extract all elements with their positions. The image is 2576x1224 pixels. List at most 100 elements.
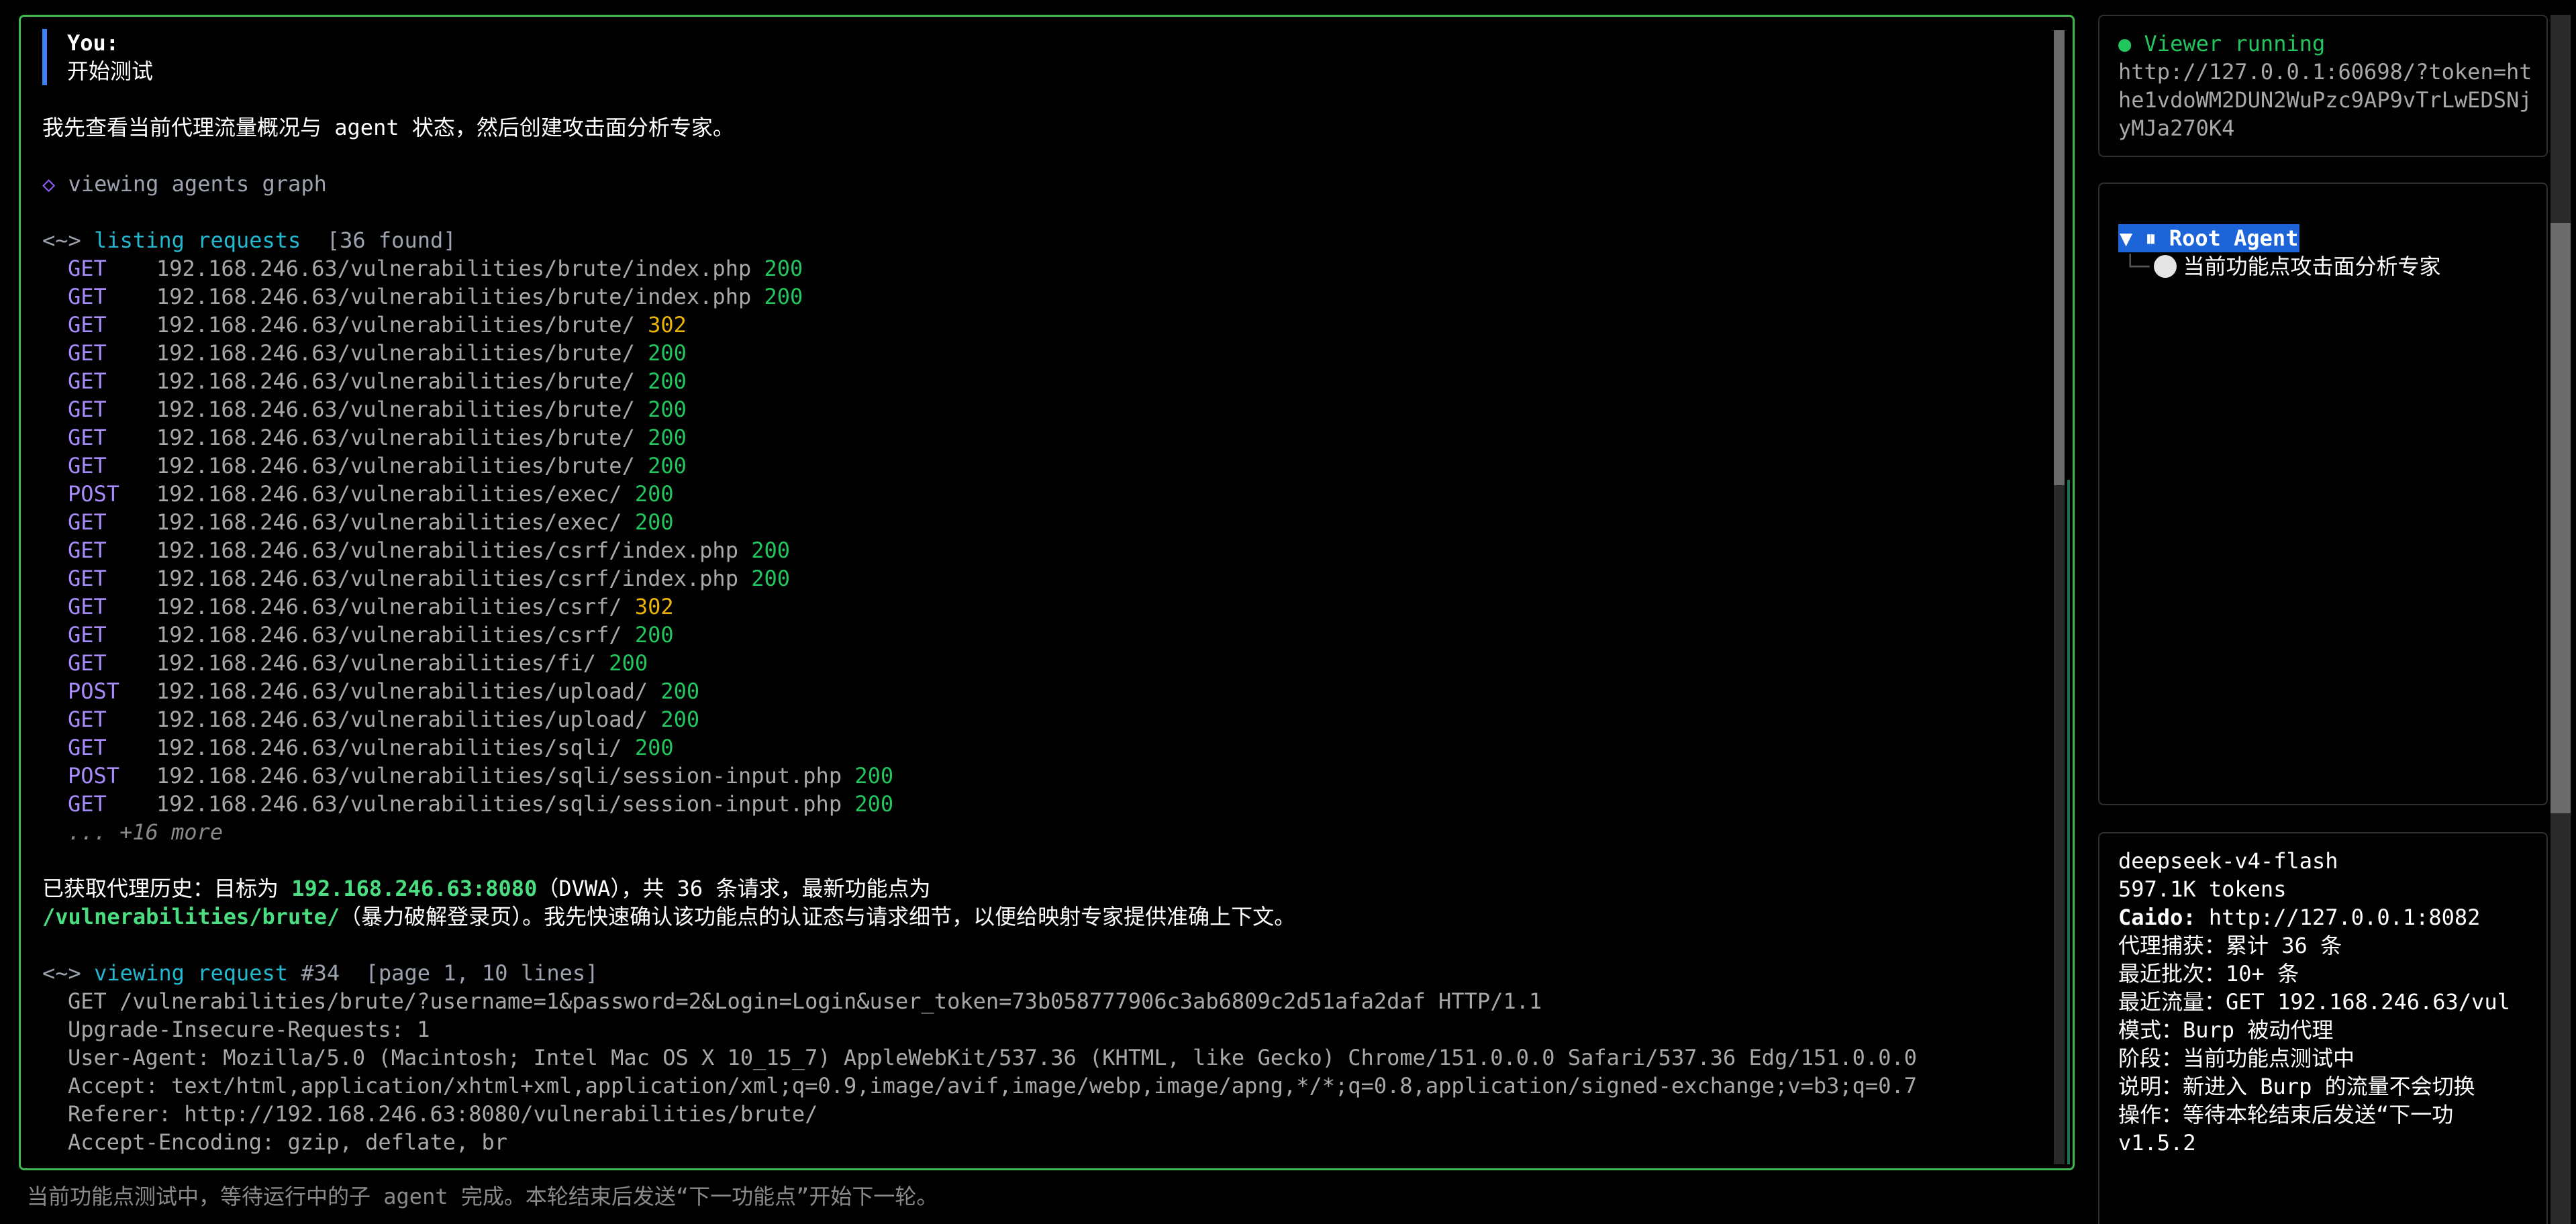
conversation-scrollbar[interactable] — [2054, 30, 2065, 1164]
latest-path: /vulnerabilities/brute/ — [42, 904, 340, 929]
status-dot-icon: ● — [2118, 31, 2132, 56]
status-code: 200 — [648, 340, 687, 366]
status-code: 200 — [854, 791, 894, 817]
request-list: GET 192.168.246.63/vulnerabilities/brute/… — [42, 254, 2048, 818]
summary-text: （DVWA），共 36 条请求，最新功能点为 — [537, 876, 931, 901]
agent-status-dot-icon — [2153, 255, 2177, 278]
status-code: 200 — [660, 678, 700, 704]
status-code: 200 — [634, 622, 674, 648]
tool-call-meta: [page 1, 10 lines] — [365, 960, 599, 986]
request-row[interactable]: GET 192.168.246.63/vulnerabilities/csrf/ … — [42, 621, 2048, 649]
status-code: 200 — [751, 566, 791, 591]
request-detail-line: Upgrade-Insecure-Requests: 1 — [68, 1017, 430, 1042]
recent-batch: 最近批次：10+ 条 — [2118, 961, 2299, 986]
request-row[interactable]: POST 192.168.246.63/vulnerabilities/sqli/… — [42, 762, 2048, 790]
request-row[interactable]: GET 192.168.246.63/vulnerabilities/upload… — [42, 705, 2048, 733]
request-row[interactable]: GET 192.168.246.63/vulnerabilities/exec/ … — [42, 508, 2048, 536]
request-row[interactable]: GET 192.168.246.63/vulnerabilities/csrf/ … — [42, 593, 2048, 621]
scroll-accent — [2067, 480, 2070, 1164]
tool-call-meta: [36 found] — [326, 227, 456, 253]
caido-address: Caido: http://127.0.0.1:8082 — [2118, 903, 2528, 931]
model-name: deepseek-v4-flash — [2118, 848, 2338, 874]
status-bar: 当前功能点测试中，等待运行中的子 agent 完成。本轮结束后发送“下一功能点”… — [27, 1184, 938, 1209]
request-row[interactable]: GET 192.168.246.63/vulnerabilities/brute/… — [42, 311, 2048, 339]
token-count: 597.1K tokens — [2118, 876, 2287, 902]
tree-child-agent[interactable]: └─ 当前功能点攻击面分析专家 — [2118, 252, 2528, 280]
status-code: 200 — [648, 425, 687, 450]
info-note: 说明：新进入 Burp 的流量不会切换 — [2118, 1074, 2475, 1099]
tool-call-label: viewing request — [94, 960, 289, 986]
request-row[interactable]: GET 192.168.246.63/vulnerabilities/csrf/i… — [42, 564, 2048, 593]
request-row[interactable]: GET 192.168.246.63/vulnerabilities/brute/… — [42, 367, 2048, 395]
request-row[interactable]: GET 192.168.246.63/vulnerabilities/sqli/ … — [42, 733, 2048, 762]
request-row[interactable]: POST 192.168.246.63/vulnerabilities/exec/… — [42, 480, 2048, 508]
status-code: 200 — [648, 368, 687, 394]
tree-branch-icon: └─ — [2124, 254, 2150, 279]
request-url: 192.168.246.63/vulnerabilities/exec/ — [156, 509, 622, 535]
request-method: GET — [68, 256, 107, 281]
more-requests[interactable]: ... +16 more — [42, 818, 2048, 846]
request-id: #34 — [301, 960, 340, 986]
info-action: 操作：等待本轮结束后发送“下一功 — [2118, 1102, 2454, 1127]
tool-call-listing-requests[interactable]: <~> listing requests [36 found] — [42, 226, 2048, 254]
request-url: 192.168.246.63/vulnerabilities/brute/ — [156, 397, 635, 422]
request-detail-line: User-Agent: Mozilla/5.0 (Macintosh; Inte… — [68, 1045, 1917, 1070]
request-method: POST — [68, 481, 120, 507]
request-url: 192.168.246.63/vulnerabilities/sqli/sess… — [156, 791, 842, 817]
request-method: GET — [68, 340, 107, 366]
tool-call-viewing-request[interactable]: <~> viewing request #34 [page 1, 10 line… — [42, 959, 2048, 987]
request-url: 192.168.246.63/vulnerabilities/brute/ind… — [156, 284, 752, 309]
test-stage: 阶段：当前功能点测试中 — [2118, 1046, 2355, 1071]
sidebar-scrollbar-thumb[interactable] — [2550, 223, 2571, 813]
assistant-intro: 我先查看当前代理流量概况与 agent 状态，然后创建攻击面分析专家。 — [42, 115, 734, 140]
request-url: 192.168.246.63/vulnerabilities/upload/ — [156, 678, 648, 704]
conversation-panel: You: 开始测试 我先查看当前代理流量概况与 agent 状态，然后创建攻击面… — [19, 15, 2075, 1170]
request-method: GET — [68, 425, 107, 450]
request-method: GET — [68, 509, 107, 535]
status-code: 200 — [764, 256, 803, 281]
request-method: GET — [68, 594, 107, 619]
caido-value: http://127.0.0.1:8082 — [2195, 905, 2481, 930]
request-row[interactable]: GET 192.168.246.63/vulnerabilities/brute/… — [42, 283, 2048, 311]
request-method: GET — [68, 622, 107, 648]
agent-tree-panel: ▼ ⏸ Root Agent └─ 当前功能点攻击面分析专家 — [2098, 183, 2548, 805]
summary-text: （暴力破解登录页）。我先快速确认该功能点的认证态与请求细节，以便给映射专家提供准… — [340, 904, 1296, 929]
tool-call-agents-graph[interactable]: ◇ viewing agents graph — [42, 170, 2048, 198]
request-row[interactable]: GET 192.168.246.63/vulnerabilities/brute/… — [42, 395, 2048, 423]
request-method: GET — [68, 312, 107, 338]
request-url: 192.168.246.63/vulnerabilities/sqli/ — [156, 735, 622, 760]
request-row[interactable]: GET 192.168.246.63/vulnerabilities/fi/ 20… — [42, 649, 2048, 677]
request-method: GET — [68, 397, 107, 422]
request-detail-line: GET /vulnerabilities/brute/?username=1&p… — [68, 988, 1542, 1014]
request-row[interactable]: POST 192.168.246.63/vulnerabilities/uploa… — [42, 677, 2048, 705]
request-row[interactable]: GET 192.168.246.63/vulnerabilities/brute/… — [42, 452, 2048, 480]
request-url: 192.168.246.63/vulnerabilities/sqli/sess… — [156, 763, 842, 788]
status-code: 200 — [634, 735, 674, 760]
status-code: 200 — [764, 284, 803, 309]
status-code: 200 — [634, 481, 674, 507]
request-row[interactable]: GET 192.168.246.63/vulnerabilities/brute/… — [42, 423, 2048, 452]
sidebar-scrollbar[interactable] — [2550, 15, 2571, 1224]
request-row[interactable]: GET 192.168.246.63/vulnerabilities/csrf/i… — [42, 536, 2048, 564]
caido-label: Caido: — [2118, 905, 2196, 930]
request-row[interactable]: GET 192.168.246.63/vulnerabilities/sqli/s… — [42, 790, 2048, 818]
request-method: GET — [68, 368, 107, 394]
summary-line-1: 已获取代理历史：目标为 192.168.246.63:8080（DVWA），共 … — [42, 874, 2048, 903]
request-url: 192.168.246.63/vulnerabilities/csrf/inde… — [156, 566, 738, 591]
request-url: 192.168.246.63/vulnerabilities/brute/ — [156, 312, 635, 338]
tree-root-agent[interactable]: ▼ ⏸ Root Agent — [2118, 224, 2300, 252]
tool-call-label: viewing agents graph — [68, 171, 327, 197]
request-url: 192.168.246.63/vulnerabilities/upload/ — [156, 707, 648, 732]
request-url: 192.168.246.63/vulnerabilities/brute/ — [156, 425, 635, 450]
viewer-status-label: Viewer running — [2144, 31, 2326, 56]
request-row[interactable]: GET 192.168.246.63/vulnerabilities/brute/… — [42, 254, 2048, 283]
request-method: GET — [68, 284, 107, 309]
request-url: 192.168.246.63/vulnerabilities/exec/ — [156, 481, 622, 507]
wave-icon: <~> — [42, 960, 81, 986]
scrollbar-thumb[interactable] — [2054, 30, 2065, 485]
viewer-url[interactable]: http://127.0.0.1:60698/?token=hthe1vdoWM… — [2118, 58, 2534, 142]
viewer-panel: ● Viewer running http://127.0.0.1:60698/… — [2098, 15, 2548, 157]
request-row[interactable]: GET 192.168.246.63/vulnerabilities/brute/… — [42, 339, 2048, 367]
diamond-icon: ◇ — [42, 171, 56, 197]
status-code: 200 — [660, 707, 700, 732]
